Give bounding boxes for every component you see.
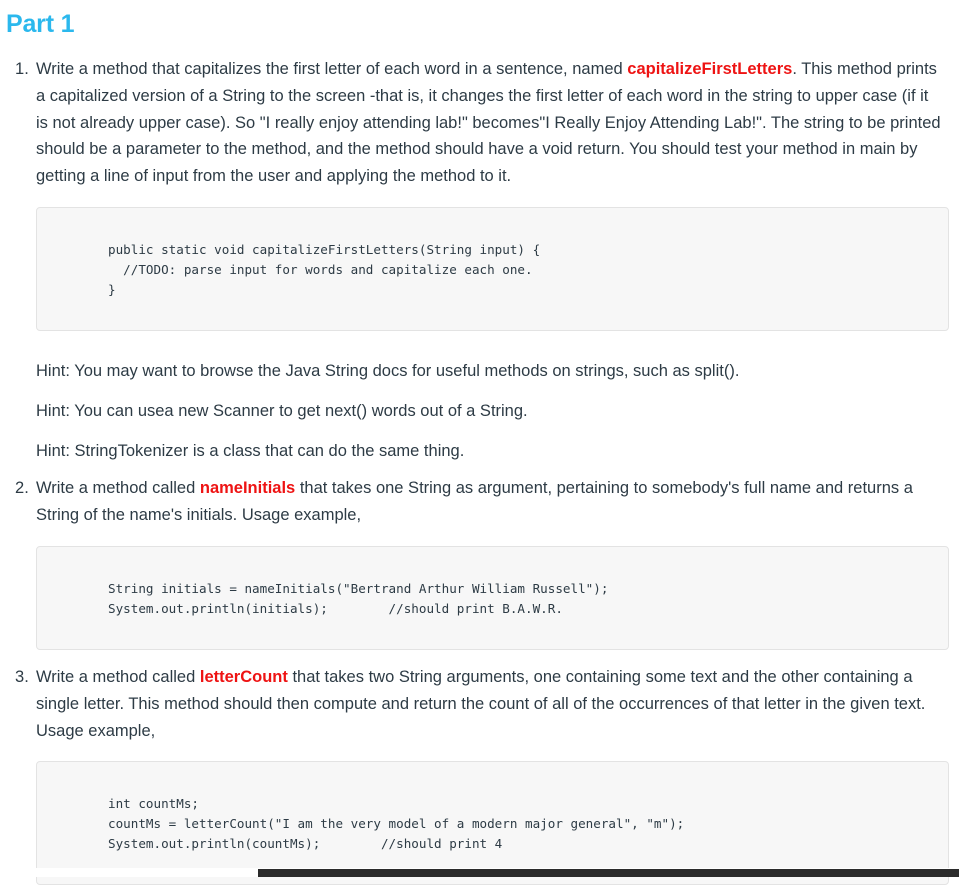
task-list: Write a method that capitalizes the firs… xyxy=(0,56,959,885)
code-snippet-1: public static void capitalizeFirstLetter… xyxy=(108,241,541,297)
task-1-method-name: capitalizeFirstLetters xyxy=(627,60,793,78)
task-2-description: Write a method called nameInitials that … xyxy=(36,475,941,529)
code-snippet-2: String initials = nameInitials("Bertrand… xyxy=(108,580,609,616)
assignment-page: Part 1 Write a method that capitalizes t… xyxy=(0,0,959,885)
task-1-hint-2: Hint: You can usea new Scanner to get ne… xyxy=(36,401,528,420)
task-1-description: Write a method that capitalizes the firs… xyxy=(36,56,941,190)
task-item-3: Write a method called letterCount that t… xyxy=(0,664,959,885)
task-2-method-name: nameInitials xyxy=(199,479,296,498)
task-1-hint-1: Hint: You may want to browse the Java St… xyxy=(36,361,740,380)
horizontal-scrollbar-track[interactable] xyxy=(0,868,959,877)
task-1-hint-3: Hint: StringTokenizer is a class that ca… xyxy=(36,441,465,460)
code-block-2: String initials = nameInitials("Bertrand… xyxy=(36,545,949,650)
task-1-text-before: Write a method that capitalizes the firs… xyxy=(36,60,628,78)
code-block-3: int countMs; countMs = letterCount("I am… xyxy=(36,761,949,885)
code-block-1: public static void capitalizeFirstLetter… xyxy=(36,206,949,331)
task-3-text-before: Write a method called xyxy=(36,667,200,686)
horizontal-scrollbar-thumb[interactable] xyxy=(258,869,959,877)
task-3-method-name: letterCount xyxy=(199,667,288,686)
task-3-description: Write a method called letterCount that t… xyxy=(36,664,941,744)
task-item-2: Write a method called nameInitials that … xyxy=(0,475,959,650)
code-snippet-3: int countMs; countMs = letterCount("I am… xyxy=(108,796,685,852)
task-2-text-before: Write a method called xyxy=(36,479,200,498)
task-item-1: Write a method that capitalizes the firs… xyxy=(0,56,959,464)
task-1-text-after: . This method prints a capitalized versi… xyxy=(36,60,941,186)
page-title: Part 1 xyxy=(6,10,75,38)
